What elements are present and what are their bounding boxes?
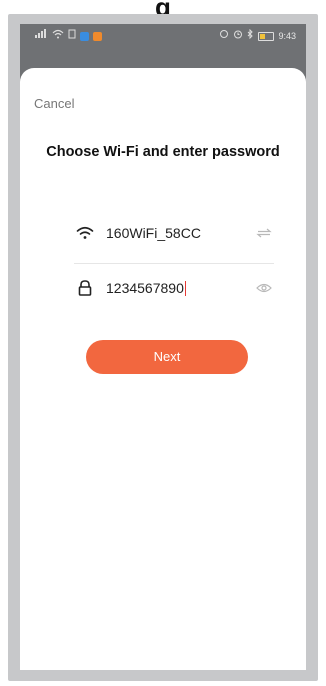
alarm-icon [233,24,243,48]
page-title: Choose Wi-Fi and enter password [46,144,280,160]
bluetooth-icon [247,24,254,48]
notification-icon [219,24,229,48]
wifi-selector-row[interactable]: 160WiFi_58CC [74,218,274,248]
status-left [34,24,102,48]
status-right: 9:43 [219,24,296,48]
cancel-button[interactable]: Cancel [34,96,74,111]
wifi-name: 160WiFi_58CC [106,225,201,241]
text-caret [184,281,187,297]
switch-network-icon[interactable] [254,223,274,243]
wifi-icon [52,24,64,48]
status-bar: 9:43 [20,24,306,48]
password-field[interactable]: 1234567890 [74,273,274,303]
eye-icon[interactable] [254,278,274,298]
signal-icon [34,24,48,48]
password-value: 1234567890 [106,279,184,296]
app-icon-blue [80,31,89,41]
app-icon-orange [93,31,102,41]
lock-icon [74,277,96,299]
wifi-icon [74,222,96,244]
field-divider [74,263,274,264]
status-time: 9:43 [278,31,296,41]
next-button[interactable]: Next [86,340,248,374]
sim-icon [68,24,76,48]
password-input[interactable]: 1234567890 [106,280,254,297]
battery-icon [258,31,275,41]
wifi-setup-sheet: Cancel Choose Wi-Fi and enter password 1… [20,68,306,670]
